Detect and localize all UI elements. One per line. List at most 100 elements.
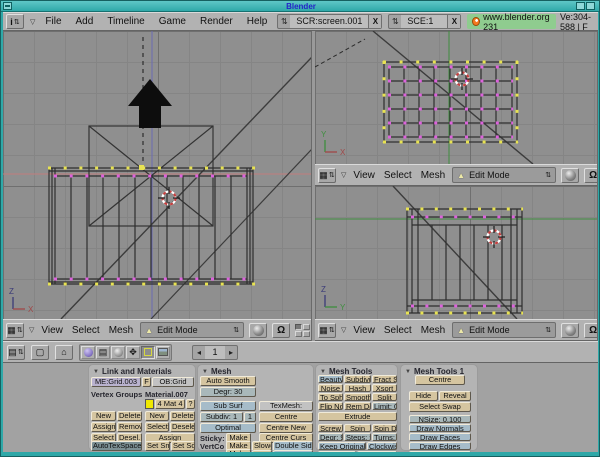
subdiv-field[interactable]: Subdiv: 1 xyxy=(200,412,243,422)
vgroup-delete-button[interactable]: Delete xyxy=(117,411,142,421)
spin-dup-button[interactable]: Spin Dup xyxy=(372,424,397,432)
mode-dropdown[interactable]: ▲ Edit Mode ⇅ xyxy=(452,322,556,338)
keep-original-toggle[interactable]: Keep Original xyxy=(318,442,366,450)
subdiv-render-field[interactable]: 1 xyxy=(244,412,256,422)
menu-add[interactable]: Add xyxy=(72,16,98,27)
viewport-side-canvas[interactable]: Z Y xyxy=(315,186,598,319)
draw-faces-toggle[interactable]: Draw Faces xyxy=(409,433,471,441)
material-delete-button[interactable]: Delete xyxy=(170,411,195,421)
collapse-triangle-icon[interactable]: ▽ xyxy=(341,171,346,179)
screen-close-button[interactable]: X xyxy=(368,15,381,28)
collapse-triangle-icon[interactable]: ▽ xyxy=(29,326,34,334)
collapse-triangle-icon[interactable]: ▽ xyxy=(30,18,35,26)
scene-context-button[interactable] xyxy=(156,346,170,359)
select-menu[interactable]: Select xyxy=(382,170,414,181)
layer-buttons[interactable] xyxy=(295,324,311,337)
subsurf-toggle[interactable]: Sub Surf xyxy=(200,401,256,411)
draw-mode-button[interactable] xyxy=(249,323,267,338)
centre-new-button[interactable]: Centre New xyxy=(259,423,313,433)
vgroup-assign-button[interactable]: Assign xyxy=(91,422,116,432)
extrude-button[interactable]: Extrude xyxy=(318,412,397,421)
vgroup-remove-button[interactable]: Remove xyxy=(117,422,142,432)
centre-button[interactable]: Centre xyxy=(415,375,465,385)
draw-mode-button[interactable] xyxy=(561,168,579,183)
extrude-dup-button[interactable]: Extrude Dup xyxy=(318,451,356,452)
editing-context-button[interactable] xyxy=(141,346,155,359)
steps-field[interactable]: Steps: 9 xyxy=(344,433,371,441)
title-bar[interactable]: Blender xyxy=(1,1,600,12)
spin-button[interactable]: Spin xyxy=(344,424,371,432)
rem-doubles-button[interactable]: Rem Doub xyxy=(344,402,371,410)
fake-user-button[interactable]: F xyxy=(142,377,151,387)
editor-type-buttons-button[interactable]: ▤ ⇅ xyxy=(7,345,25,360)
to-sphere-button[interactable]: To Sphere xyxy=(318,393,343,401)
centre-button[interactable]: Centre xyxy=(259,412,313,422)
screen-name[interactable]: SCR:screen.001 xyxy=(290,15,368,28)
clockwise-toggle[interactable]: Clockwise xyxy=(367,442,397,450)
set-smooth-button[interactable]: Set Smoo xyxy=(145,441,170,451)
flip-normals-button[interactable]: Flip Norm xyxy=(318,402,343,410)
subdivide-button[interactable]: Subdivide xyxy=(344,375,371,383)
scene-name[interactable]: SCE:1 xyxy=(401,15,447,28)
set-solid-button[interactable]: Set Solid xyxy=(171,441,195,451)
home-button[interactable]: ⌂ xyxy=(55,345,73,360)
viewport-top-canvas[interactable]: Y X xyxy=(315,31,598,164)
hide-button[interactable]: Hide xyxy=(409,391,438,401)
no-vnormal-flip-toggle[interactable]: No V.Normal xyxy=(273,450,313,452)
editor-type-info-button[interactable]: i ⇅ xyxy=(6,14,24,29)
panel-triangle-icon[interactable]: ▼ xyxy=(405,369,411,375)
material-deselect-button[interactable]: Deselect xyxy=(170,422,195,432)
rotation-widget-button[interactable]: Ω xyxy=(584,323,597,338)
draw-mode-button[interactable] xyxy=(561,323,579,338)
window-maximize-button[interactable] xyxy=(586,2,595,10)
offset-field[interactable]: Offset: 1.000 xyxy=(357,451,397,452)
draw-normals-toggle[interactable]: Draw Normals xyxy=(409,424,471,432)
material-select-button[interactable]: Select xyxy=(145,422,169,432)
beauty-toggle[interactable]: Beauty xyxy=(318,375,343,383)
fract-subd-button[interactable]: Fract Sub xyxy=(372,375,397,383)
material-count-spinner[interactable]: 4 Mat 4 xyxy=(155,399,185,409)
panel-triangle-icon[interactable]: ▼ xyxy=(202,369,208,375)
layer-cell[interactable] xyxy=(295,324,302,330)
object-name-field[interactable]: OB:Grid xyxy=(152,377,194,387)
layer-group-1[interactable] xyxy=(295,324,311,337)
editor-type-3dview-button[interactable]: ▦ ⇅ xyxy=(318,168,336,183)
select-menu[interactable]: Select xyxy=(382,325,414,336)
turns-field[interactable]: Turns: 1 xyxy=(372,433,397,441)
split-button[interactable]: Split xyxy=(372,393,397,401)
texmesh-field[interactable]: TexMesh: xyxy=(259,401,313,411)
view-menu[interactable]: View xyxy=(351,325,377,336)
mesh-menu[interactable]: Mesh xyxy=(419,325,447,336)
degr-field[interactable]: Degr: 90 xyxy=(318,433,343,441)
material-new-button[interactable]: New xyxy=(145,411,169,421)
window-shade-button[interactable] xyxy=(576,2,585,10)
collapse-triangle-icon[interactable]: ▽ xyxy=(341,326,346,334)
scene-close-button[interactable]: X xyxy=(447,15,460,28)
spinner-left-arrow[interactable]: ◂ xyxy=(193,348,205,357)
view-menu[interactable]: View xyxy=(39,325,65,336)
menu-game[interactable]: Game xyxy=(155,16,190,27)
optimal-toggle[interactable]: Optimal xyxy=(200,423,256,433)
editor-type-3dview-button[interactable]: ▦ ⇅ xyxy=(6,323,24,338)
vgroup-new-button[interactable]: New xyxy=(91,411,116,421)
mesh-menu[interactable]: Mesh xyxy=(107,325,135,336)
autotexspace-button[interactable]: AutoTexSpace xyxy=(91,441,142,451)
panel-triangle-icon[interactable]: ▼ xyxy=(320,369,326,375)
menu-file[interactable]: File xyxy=(41,16,65,27)
rotation-widget-button[interactable]: Ω xyxy=(584,168,597,183)
xsort-button[interactable]: Xsort xyxy=(372,384,397,392)
auto-smooth-toggle[interactable]: Auto Smooth xyxy=(200,376,256,386)
smooth-button[interactable]: Smooth xyxy=(344,393,371,401)
select-swap-button[interactable]: Select Swap xyxy=(409,402,471,412)
script-context-button[interactable]: ▤ xyxy=(96,346,110,359)
material-help-button[interactable]: ? xyxy=(186,399,195,409)
nsize-field[interactable]: NSize: 0.100 xyxy=(409,415,471,423)
material-color-swatch[interactable] xyxy=(145,399,154,409)
screen-browse-icon[interactable]: ⇅ xyxy=(278,17,290,26)
draw-edges-toggle[interactable]: Draw Edges xyxy=(409,442,471,450)
mode-dropdown[interactable]: ▲ Edit Mode ⇅ xyxy=(140,322,244,338)
panels-window-button[interactable]: ▢ xyxy=(31,345,49,360)
layer-cell[interactable] xyxy=(303,324,310,330)
hash-button[interactable]: Hash xyxy=(344,384,371,392)
select-menu[interactable]: Select xyxy=(70,325,102,336)
